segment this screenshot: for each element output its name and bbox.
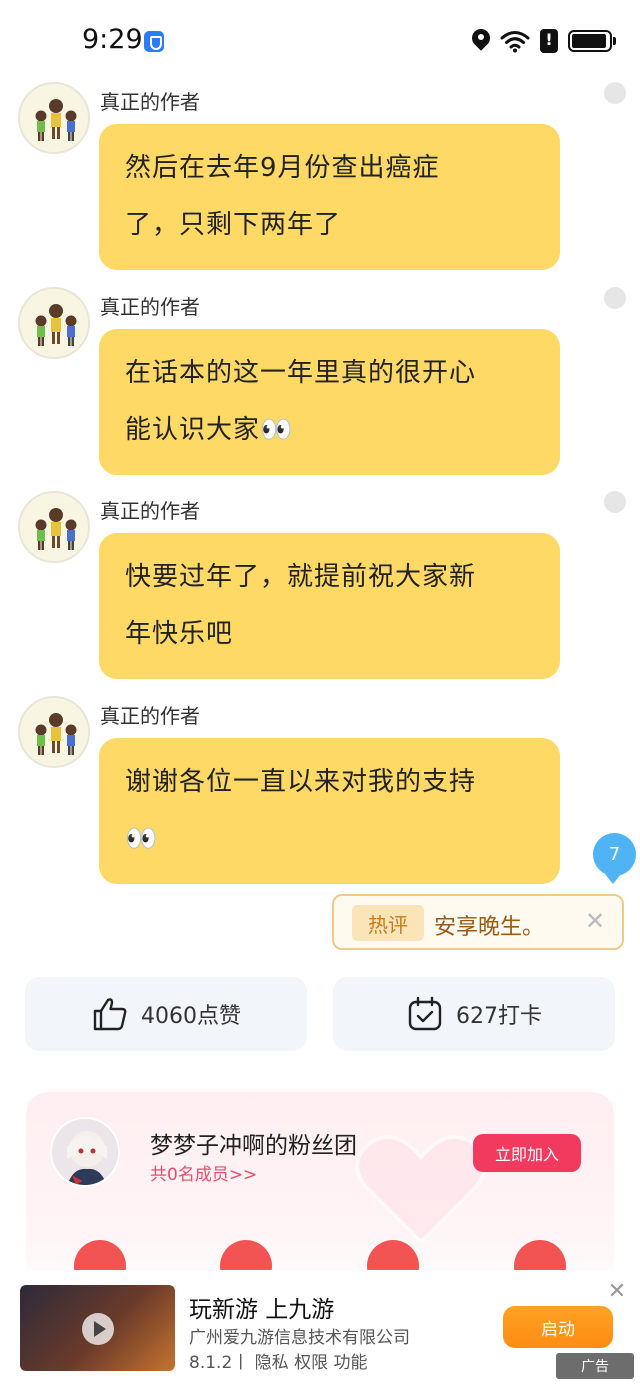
like-button[interactable]: 4060点赞 xyxy=(25,977,307,1051)
read-status-dot xyxy=(604,491,626,513)
fan-club-avatar[interactable] xyxy=(50,1117,120,1187)
author-name: 真正的作者 xyxy=(100,704,200,728)
message-line: 了，只剩下两年了 xyxy=(125,210,342,240)
join-fan-club-button[interactable]: 立即加入 xyxy=(473,1134,581,1172)
checkin-count: 627打卡 xyxy=(456,1004,542,1029)
launch-button[interactable]: 启动 xyxy=(503,1306,613,1348)
message-line: 年快乐吧 xyxy=(125,619,234,649)
ad-meta-links[interactable]: 8.1.2丨 隐私 权限 功能 xyxy=(189,1348,367,1373)
location-icon xyxy=(472,29,490,53)
ad-title: 玩新游 上九游 xyxy=(189,1297,335,1323)
like-count: 4060点赞 xyxy=(141,1004,241,1029)
hot-comment-tag: 热评 xyxy=(352,905,424,941)
status-time: 9:29 xyxy=(82,24,143,55)
avatar-illustration xyxy=(20,289,88,357)
close-icon[interactable]: ✕ xyxy=(580,906,610,936)
fan-club-avatar-illustration xyxy=(52,1119,118,1185)
read-status-dot xyxy=(604,82,626,104)
author-name: 真正的作者 xyxy=(100,499,200,523)
battery-icon xyxy=(568,30,616,52)
avatar-illustration xyxy=(20,698,88,766)
checkin-button[interactable]: 627打卡 xyxy=(333,977,615,1051)
read-status-dot xyxy=(604,287,626,309)
ad-company: 广州爱九游信息技术有限公司 xyxy=(189,1328,410,1348)
author-name: 真正的作者 xyxy=(100,295,200,319)
author-avatar[interactable] xyxy=(18,287,90,359)
thumbs-up-icon xyxy=(93,998,127,1031)
author-avatar[interactable] xyxy=(18,82,90,154)
status-icons xyxy=(472,26,616,56)
message-bubble[interactable]: 在话本的这一年里真的很开心 能认识大家👀 xyxy=(99,329,560,475)
message-line: 👀 xyxy=(125,824,159,854)
play-icon xyxy=(82,1313,114,1345)
unread-count-badge[interactable]: 7 xyxy=(593,833,636,884)
author-avatar[interactable] xyxy=(18,696,90,768)
message-bubble[interactable]: 谢谢各位一直以来对我的支持 👀 xyxy=(99,738,560,884)
message-line: 谢谢各位一直以来对我的支持 xyxy=(125,767,477,797)
hot-comment-banner[interactable]: 热评 安享晚生。 ✕ xyxy=(332,894,624,950)
message-line: 然后在去年9月份查出癌症 xyxy=(125,153,440,183)
author-name: 真正的作者 xyxy=(100,90,200,114)
message-line: 在话本的这一年里真的很开心 xyxy=(125,358,477,388)
fan-club-card[interactable]: 梦梦子冲啊的粉丝团 共0名成员>> 立即加入 xyxy=(26,1092,614,1292)
avatar-illustration xyxy=(20,493,88,561)
message-line: 能认识大家👀 xyxy=(125,415,294,445)
message-bubble[interactable]: 然后在去年9月份查出癌症 了，只剩下两年了 xyxy=(99,124,560,270)
wifi-icon xyxy=(500,31,530,53)
status-bar: 9:29 xyxy=(0,0,640,80)
hot-comment-text: 安享晚生。 xyxy=(434,915,545,940)
calendar-check-icon xyxy=(408,996,442,1031)
close-icon[interactable]: ✕ xyxy=(605,1280,629,1304)
author-avatar[interactable] xyxy=(18,491,90,563)
fan-club-members-link[interactable]: 共0名成员>> xyxy=(150,1160,257,1185)
security-shield-icon xyxy=(144,31,164,52)
message-bubble[interactable]: 快要过年了，就提前祝大家新 年快乐吧 xyxy=(99,533,560,679)
avatar-illustration xyxy=(20,84,88,152)
message-line: 快要过年了，就提前祝大家新 xyxy=(125,562,477,592)
fan-club-name: 梦梦子冲啊的粉丝团 xyxy=(150,1133,357,1159)
ad-label[interactable]: 广告 xyxy=(556,1353,634,1379)
ad-banner[interactable]: 玩新游 上九游 广州爱九游信息技术有限公司 8.1.2丨 隐私 权限 功能 启动… xyxy=(0,1270,640,1387)
alert-icon xyxy=(540,29,558,53)
battery-level xyxy=(572,34,607,48)
ad-video-thumbnail[interactable] xyxy=(20,1285,175,1371)
